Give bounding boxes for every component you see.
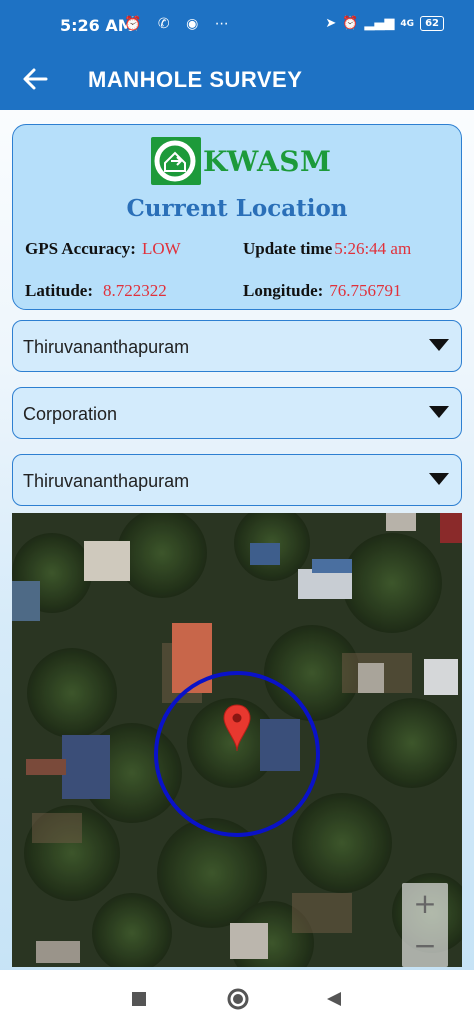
- home-circle-icon[interactable]: [226, 987, 250, 1011]
- district-dropdown[interactable]: Thiruvananthapuram: [12, 320, 462, 372]
- gps-accuracy-value: LOW: [141, 239, 181, 258]
- body-type-dropdown[interactable]: Corporation: [12, 387, 462, 439]
- back-arrow-icon[interactable]: [20, 64, 50, 94]
- district-selected: Thiruvananthapuram: [23, 337, 190, 357]
- app-bar: MANHOLE SURVEY: [0, 54, 474, 110]
- page-title: MANHOLE SURVEY: [88, 67, 303, 92]
- battery-level: 62: [425, 18, 439, 29]
- dropdown-caret-icon: [429, 339, 449, 351]
- satellite-map[interactable]: + −: [12, 513, 462, 967]
- longitude-label: Longitude:: [243, 281, 324, 300]
- status-bar: 5:26 AM ⏰ ✆ ◉ ⋯ ➤ ⏰ ▂▄▆ 4G 62: [0, 0, 474, 54]
- map-pin-icon[interactable]: [222, 703, 252, 753]
- kwasm-logo: KWASM: [151, 137, 331, 185]
- gps-accuracy-label: GPS Accuracy:: [25, 239, 136, 258]
- longitude: Longitude: 76.756791: [243, 281, 402, 301]
- update-time: Update time 5:26:44 am: [243, 239, 411, 259]
- local-body-dropdown[interactable]: Thiruvananthapuram: [12, 454, 462, 506]
- zoom-out-button[interactable]: −: [402, 925, 448, 967]
- signal-icon: ▂▄▆: [364, 16, 395, 31]
- local-body-selected: Thiruvananthapuram: [23, 471, 190, 491]
- latitude-label: Latitude:: [25, 281, 93, 300]
- zoom-control: + −: [402, 883, 448, 967]
- current-location-card: KWASM Current Location GPS Accuracy: LOW …: [12, 124, 462, 310]
- status-time: 5:26 AM: [60, 16, 134, 35]
- battery-icon: 62: [420, 16, 444, 31]
- longitude-value: 76.756791: [329, 281, 402, 300]
- card-title: Current Location: [126, 195, 348, 222]
- notification-icons: ⏰ ✆ ◉ ⋯: [124, 16, 235, 32]
- alarm-icon: ⏰: [342, 16, 359, 31]
- back-triangle-icon[interactable]: [325, 990, 343, 1008]
- body-type-selected: Corporation: [23, 404, 118, 424]
- dropdown-caret-icon: [429, 406, 449, 418]
- latitude: Latitude: 8.722322: [25, 281, 167, 301]
- recents-square-icon[interactable]: [130, 990, 148, 1008]
- update-time-label: Update time: [243, 239, 333, 258]
- logo-text: KWASM: [203, 144, 332, 178]
- location-arrow-icon: ➤: [325, 16, 337, 31]
- zoom-in-button[interactable]: +: [402, 883, 448, 925]
- update-time-value: 5:26:44 am: [334, 239, 412, 258]
- latitude-value: 8.722322: [103, 281, 167, 300]
- network-type-label: 4G: [400, 18, 415, 29]
- logo-emblem: [151, 137, 201, 185]
- dropdown-caret-icon: [429, 473, 449, 485]
- system-nav-bar: [0, 970, 474, 1027]
- system-icons: ➤ ⏰ ▂▄▆ 4G 62: [325, 16, 444, 31]
- gps-accuracy: GPS Accuracy: LOW: [25, 239, 181, 259]
